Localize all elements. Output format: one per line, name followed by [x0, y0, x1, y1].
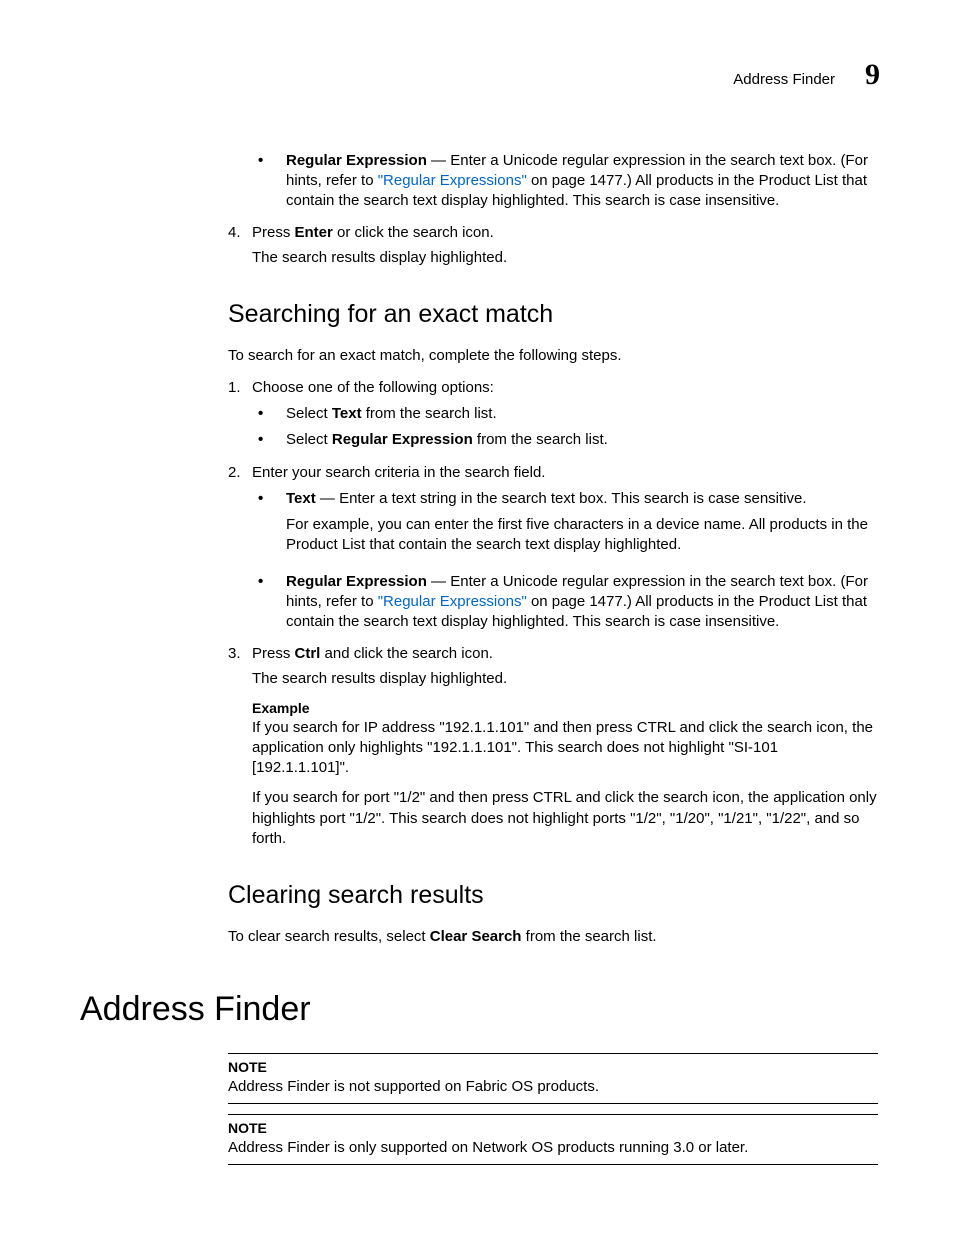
result-text: The search results display highlighted.: [252, 248, 878, 268]
step-text: Enter your search criteria in the search…: [252, 463, 545, 483]
step-number: 3.: [228, 644, 252, 664]
note-label: NOTE: [228, 1119, 878, 1138]
step-text: Press Enter or click the search icon.: [252, 223, 494, 243]
content-block: • Regular Expression — Enter a Unicode r…: [228, 151, 878, 948]
example-text: If you search for port "1/2" and then pr…: [252, 788, 878, 849]
list-item: • Regular Expression — Enter a Unicode r…: [252, 572, 878, 633]
section-heading: Clearing search results: [228, 879, 878, 913]
page-header: Address Finder 9: [80, 55, 880, 96]
bullet-icon: •: [252, 489, 286, 562]
example-text: If you search for IP address "192.1.1.10…: [252, 718, 878, 779]
list-item: • Text — Enter a text string in the sear…: [252, 489, 878, 562]
content-block: NOTE Address Finder is not supported on …: [228, 1053, 878, 1165]
list-item: 4. Press Enter or click the search icon.: [228, 223, 878, 243]
list-item: • Regular Expression — Enter a Unicode r…: [252, 151, 878, 212]
step-number: 1.: [228, 378, 252, 398]
list-item: • Select Text from the search list.: [252, 404, 878, 424]
bullet-icon: •: [252, 151, 286, 212]
page: Address Finder 9 • Regular Expression — …: [80, 55, 880, 1171]
step-number: 4.: [228, 223, 252, 243]
bullet-icon: •: [252, 404, 286, 424]
note-text: Address Finder is only supported on Netw…: [228, 1138, 878, 1158]
step-text: Choose one of the following options:: [252, 378, 494, 398]
section: Address Finder: [80, 987, 880, 1033]
note-label: NOTE: [228, 1058, 878, 1077]
list-item: 1. Choose one of the following options:: [228, 378, 878, 398]
list-item: 2. Enter your search criteria in the sea…: [228, 463, 878, 483]
regex-link[interactable]: "Regular Expressions": [378, 593, 527, 610]
section-heading: Searching for an exact match: [228, 298, 878, 332]
list-item-body: Regular Expression — Enter a Unicode reg…: [286, 151, 878, 212]
step-number: 2.: [228, 463, 252, 483]
bullet-icon: •: [252, 430, 286, 450]
intro-text: To search for an exact match, complete t…: [228, 346, 878, 366]
running-title: Address Finder: [733, 70, 835, 90]
body-text: To clear search results, select Clear Se…: [228, 927, 878, 947]
note-block: NOTE Address Finder is not supported on …: [228, 1053, 878, 1104]
note-text: Address Finder is not supported on Fabri…: [228, 1077, 878, 1097]
bullet-icon: •: [252, 572, 286, 633]
page-title: Address Finder: [80, 987, 880, 1033]
result-text: The search results display highlighted.: [252, 669, 878, 689]
list-item: 3. Press Ctrl and click the search icon.: [228, 644, 878, 664]
regex-link[interactable]: "Regular Expressions": [378, 172, 527, 189]
example-block: Example If you search for IP address "19…: [252, 699, 878, 849]
list-item: • Select Regular Expression from the sea…: [252, 430, 878, 450]
note-block: NOTE Address Finder is only supported on…: [228, 1114, 878, 1165]
chapter-number: 9: [865, 55, 880, 96]
example-label: Example: [252, 699, 878, 718]
step-text: Press Ctrl and click the search icon.: [252, 644, 493, 664]
